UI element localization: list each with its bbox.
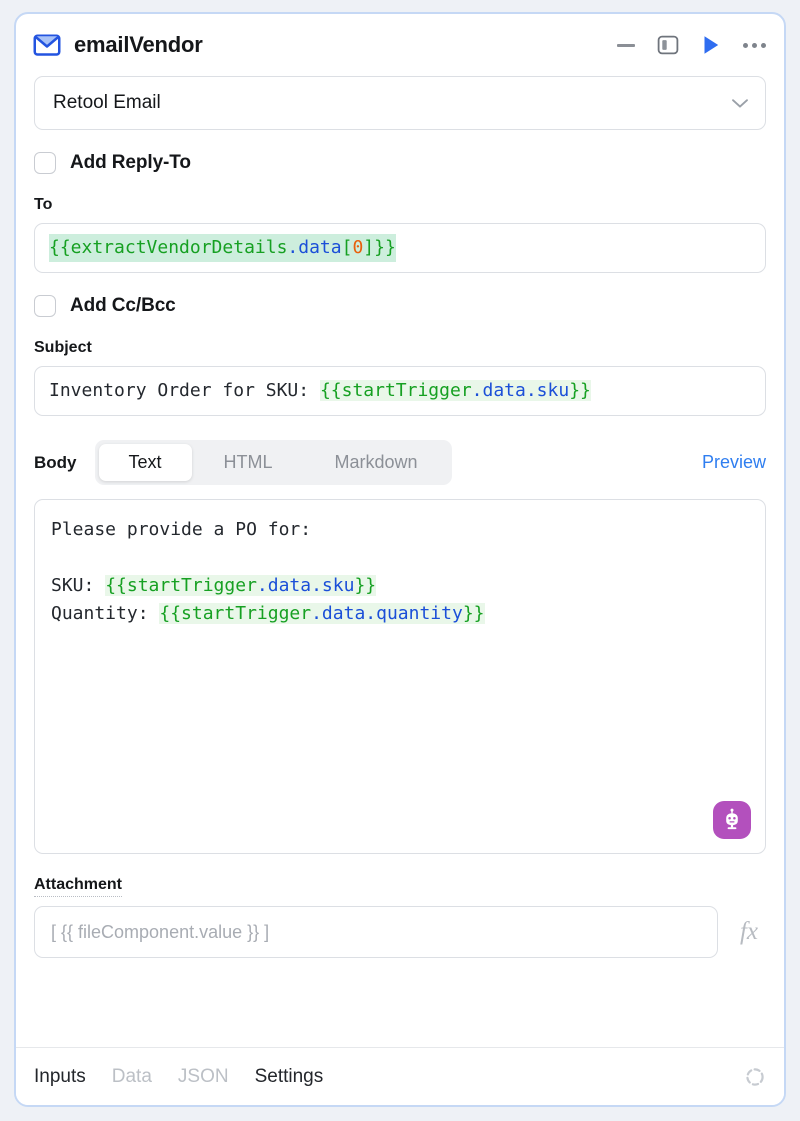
app-page: emailVendor Retool Email Add Reply-To To… <box>0 0 800 1121</box>
footer-tab-json[interactable]: JSON <box>178 1066 229 1088</box>
run-icon[interactable] <box>701 34 721 56</box>
body-editor[interactable]: Please provide a PO for: SKU: {{startTri… <box>34 499 766 854</box>
block-footer: Inputs Data JSON Settings <box>16 1047 784 1105</box>
body-sku-token-0: {{startTrigger <box>105 574 257 596</box>
tab-text[interactable]: Text <box>98 444 192 481</box>
subject-plain: Inventory Order for SKU: <box>49 380 320 402</box>
resource-select[interactable]: Retool Email <box>34 76 766 130</box>
to-token-1: .data <box>287 237 342 259</box>
tab-markdown[interactable]: Markdown <box>305 444 448 481</box>
body-line-blank <box>51 544 749 572</box>
body-qty-token-0: {{startTrigger <box>159 602 312 624</box>
to-label: To <box>34 196 53 213</box>
body-format-tabs: Text HTML Markdown <box>94 440 452 485</box>
add-reply-to-row[interactable]: Add Reply-To <box>34 152 766 174</box>
attachment-placeholder: [ {{ fileComponent.value }} ] <box>51 921 270 942</box>
tab-html[interactable]: HTML <box>194 444 303 481</box>
body-sku-token-1: .data.sku <box>256 574 355 596</box>
subject-token-1: .data.sku <box>471 380 570 402</box>
body-qty-expression: {{startTrigger.data.quantity}} <box>159 602 485 624</box>
body-qty-token-2: }} <box>462 602 485 624</box>
resource-select-value: Retool Email <box>53 92 161 113</box>
to-token-4: ]}} <box>363 237 396 259</box>
add-cc-bcc-label: Add Cc/Bcc <box>70 295 176 316</box>
attachment-row: [ {{ fileComponent.value }} ] fx <box>34 906 766 958</box>
to-token-2: [ <box>341 237 353 259</box>
body-toolbar: Body Text HTML Markdown Preview <box>34 440 766 485</box>
subject-input[interactable]: Inventory Order for SKU: {{startTrigger.… <box>34 366 766 416</box>
subject-expression: {{startTrigger.data.sku}} <box>319 380 591 402</box>
attachment-input[interactable]: [ {{ fileComponent.value }} ] <box>34 906 718 958</box>
header-actions <box>617 34 766 56</box>
to-input[interactable]: {{extractVendorDetails.data[0]}} <box>34 223 766 273</box>
to-token-3: 0 <box>352 237 364 259</box>
block-content: Retool Email Add Reply-To To {{extractVe… <box>16 76 784 1047</box>
add-cc-bcc-checkbox[interactable] <box>34 295 56 317</box>
body-line-quantity: Quantity: {{startTrigger.data.quantity}} <box>51 600 749 628</box>
body-sku-prefix: SKU: <box>51 574 106 596</box>
ai-assistant-robot-icon <box>726 808 738 830</box>
attachment-label: Attachment <box>34 876 123 897</box>
subject-label: Subject <box>34 339 92 356</box>
block-title: emailVendor <box>74 32 203 57</box>
more-options-icon[interactable] <box>743 42 766 48</box>
add-reply-to-checkbox[interactable] <box>34 152 56 174</box>
to-expression: {{extractVendorDetails.data[0]}} <box>49 234 396 262</box>
chevron-down-icon <box>732 98 748 108</box>
body-label: Body <box>34 452 77 472</box>
subject-token-2: }} <box>569 380 591 402</box>
minimize-icon[interactable] <box>617 43 635 47</box>
subject-value: Inventory Order for SKU: {{startTrigger.… <box>49 377 591 405</box>
body-sku-token-2: }} <box>354 574 377 596</box>
email-block-card: emailVendor Retool Email Add Reply-To To… <box>14 12 786 1107</box>
fx-icon[interactable]: fx <box>732 918 766 946</box>
body-line-1: Please provide a PO for: <box>51 519 312 540</box>
to-token-0: {{extractVendorDetails <box>49 237 288 259</box>
body-line-sku: SKU: {{startTrigger.data.sku}} <box>51 572 749 600</box>
ai-assistant-button[interactable] <box>713 801 751 839</box>
footer-tab-settings[interactable]: Settings <box>255 1066 324 1088</box>
loading-spinner-icon <box>746 1067 764 1086</box>
footer-tab-data[interactable]: Data <box>112 1066 152 1088</box>
body-qty-token-1: .data.quantity <box>311 602 463 624</box>
panel-toggle-icon[interactable] <box>657 34 679 56</box>
block-header: emailVendor <box>16 14 784 76</box>
add-cc-bcc-row[interactable]: Add Cc/Bcc <box>34 295 766 317</box>
body-sku-expression: {{startTrigger.data.sku}} <box>105 574 377 596</box>
footer-tab-inputs[interactable]: Inputs <box>34 1066 86 1088</box>
add-reply-to-label: Add Reply-To <box>70 152 191 173</box>
subject-token-0: {{startTrigger <box>319 380 472 402</box>
envelope-icon <box>33 34 61 56</box>
preview-link[interactable]: Preview <box>702 452 766 473</box>
body-qty-prefix: Quantity: <box>51 602 160 624</box>
